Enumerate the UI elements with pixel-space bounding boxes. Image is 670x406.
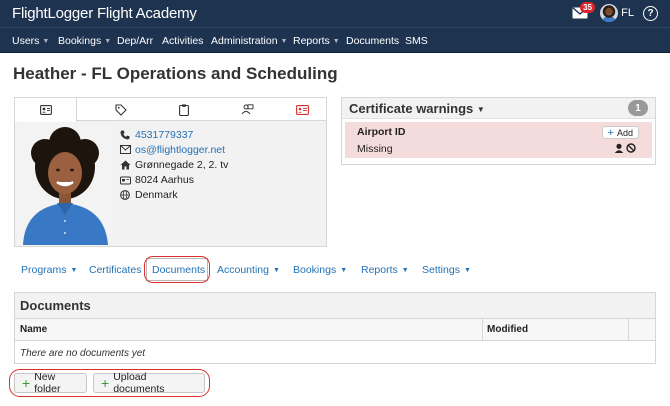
- person-badge-icon[interactable]: [614, 143, 624, 153]
- profile-tabs: [15, 98, 326, 122]
- messages-button[interactable]: 35: [572, 2, 596, 19]
- nav-dep-arr[interactable]: Dep/Arr: [117, 35, 153, 47]
- documents-table-header: Name Modified: [15, 319, 655, 341]
- subnav-documents[interactable]: Documents: [152, 264, 205, 276]
- subnav-certificates[interactable]: Certificates: [89, 264, 142, 276]
- nav-bookings[interactable]: Bookings ▼: [58, 35, 111, 47]
- nav-documents[interactable]: Documents: [346, 35, 399, 47]
- nav-activities[interactable]: Activities: [162, 35, 203, 47]
- subnav-settings[interactable]: Settings ▼: [422, 264, 471, 276]
- user-avatar[interactable]: [600, 4, 619, 22]
- subnav-bookings[interactable]: Bookings ▼: [293, 264, 347, 276]
- nav-reports[interactable]: Reports ▼: [293, 35, 340, 47]
- phone-link[interactable]: 4531779337: [135, 129, 193, 141]
- empty-documents-message: There are no documents yet: [20, 348, 146, 359]
- column-modified[interactable]: Modified: [487, 324, 528, 335]
- user-initials[interactable]: FL: [621, 7, 634, 19]
- caret-down-icon: ▼: [104, 38, 112, 45]
- mailbox-icon: [120, 176, 131, 184]
- warning-icons: [614, 143, 636, 153]
- certificate-warnings-header[interactable]: Certificate warnings ▼ 1: [342, 98, 655, 119]
- caret-down-icon: ▼: [340, 267, 348, 274]
- envelope-outline-icon: [120, 145, 131, 154]
- phone-icon: [120, 130, 130, 139]
- top-bar: FlightLogger Flight Academy 35 FL ?: [0, 0, 670, 27]
- certificate-warning-row: Airport ID Missing + Add: [345, 122, 652, 158]
- add-certificate-button[interactable]: + Add: [601, 126, 639, 139]
- warning-name: Airport ID: [357, 126, 406, 138]
- address-street: Grønnegade 2, 2. tv: [135, 158, 229, 171]
- documents-header: Documents: [15, 293, 655, 319]
- subnav-programs[interactable]: Programs ▼: [21, 264, 77, 276]
- upload-documents-button[interactable]: + Upload documents: [93, 371, 205, 395]
- top-right-tools: 35 FL ?: [572, 2, 658, 22]
- clipboard-icon: [179, 103, 189, 116]
- nav-administration[interactable]: Administration ▼: [211, 35, 287, 47]
- caret-down-icon: ▼: [70, 267, 78, 274]
- nav-users[interactable]: Users ▼: [12, 35, 49, 47]
- plus-icon: +: [607, 126, 614, 139]
- certificate-warnings-panel: Certificate warnings ▼ 1 Airport ID Miss…: [341, 97, 656, 165]
- email-row: os@flightlogger.net: [120, 142, 228, 157]
- contact-info: 4531779337 os@flightlogger.net Grønnegad…: [120, 127, 228, 202]
- warning-count-badge: 1: [628, 100, 648, 116]
- documents-title: Documents: [20, 298, 91, 313]
- email-link[interactable]: os@flightlogger.net: [135, 144, 225, 156]
- street-row: Grønnegade 2, 2. tv: [120, 157, 228, 172]
- nav-sms[interactable]: SMS: [405, 35, 428, 47]
- city-row: 8024 Aarhus: [120, 172, 228, 187]
- tab-clipboard[interactable]: [153, 98, 215, 121]
- subnav-reports[interactable]: Reports ▼: [361, 264, 409, 276]
- caret-down-icon: ▼: [280, 38, 288, 45]
- tab-contact[interactable]: [15, 98, 77, 122]
- page-title: Heather - FL Operations and Scheduling: [13, 64, 338, 83]
- help-icon[interactable]: ?: [643, 5, 658, 21]
- main-nav: Users ▼ Bookings ▼ Dep/Arr Activities Admi…: [0, 27, 670, 53]
- id-card-icon: [296, 104, 309, 115]
- caret-down-icon: ▼: [272, 267, 280, 274]
- caret-down-icon: ▼: [476, 105, 485, 114]
- new-folder-button[interactable]: + New folder: [14, 371, 87, 395]
- tag-icon: [115, 103, 127, 116]
- column-divider: [482, 319, 483, 341]
- contact-card-icon: [39, 105, 52, 115]
- address-country: Denmark: [135, 188, 178, 201]
- brand-name[interactable]: FlightLogger Flight Academy: [12, 5, 197, 22]
- subnav-accounting[interactable]: Accounting ▼: [217, 264, 280, 276]
- address-city: 8024 Aarhus: [135, 173, 194, 186]
- home-icon: [120, 160, 131, 169]
- caret-down-icon: ▼: [401, 267, 409, 274]
- phone-row: 4531779337: [120, 127, 228, 142]
- column-name[interactable]: Name: [20, 324, 47, 335]
- warning-status: Missing: [357, 143, 393, 155]
- caret-down-icon: ▼: [463, 267, 471, 274]
- plus-icon: +: [22, 375, 31, 391]
- profile-panel: 4531779337 os@flightlogger.net Grønnegad…: [14, 97, 327, 247]
- profile-photo: [17, 123, 114, 245]
- column-divider: [628, 319, 629, 341]
- globe-icon: [120, 189, 130, 200]
- country-row: Denmark: [120, 187, 228, 202]
- caret-down-icon: ▼: [332, 38, 340, 45]
- certificate-warnings-title: Certificate warnings ▼: [349, 101, 485, 116]
- tab-id-card[interactable]: [279, 98, 326, 121]
- ban-icon[interactable]: [626, 143, 636, 153]
- badge-person-icon: [241, 104, 253, 115]
- documents-panel: Documents Name Modified There are no doc…: [14, 292, 656, 364]
- tab-badge[interactable]: [216, 98, 278, 121]
- caret-down-icon: ▼: [42, 38, 50, 45]
- tab-tags[interactable]: [90, 98, 152, 121]
- plus-icon: +: [101, 375, 110, 391]
- notification-badge: 35: [580, 2, 596, 13]
